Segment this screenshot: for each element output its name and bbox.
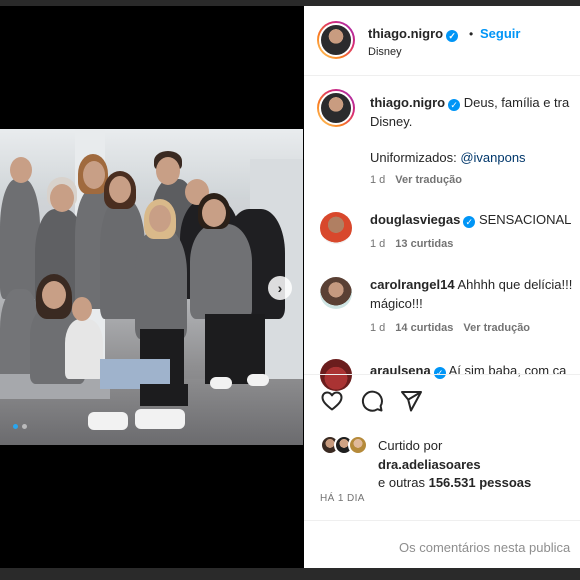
photo-person-head [42,281,66,309]
author-username[interactable]: thiago.nigro ✓ [368,26,459,42]
caption-translate-button[interactable]: Ver tradução [395,174,462,186]
liked-by-user: dra.adeliasoares [378,457,481,472]
comment-time: 1 d [370,322,386,334]
post-header: thiago.nigro ✓ • Seguir Disney [304,6,580,76]
liked-by-username[interactable]: dra.adeliasoares [378,457,481,472]
photo-person [190,224,252,319]
verified-badge-icon: ✓ [463,216,476,228]
separator-dot: • [469,27,474,41]
caption-author-avatar[interactable] [317,89,355,127]
post-actions: Curtido por dra.adeliasoares e outras 15… [304,374,580,568]
comment-translate-button[interactable]: Ver tradução [463,322,530,334]
carousel-dot [22,424,27,429]
photo-shoe [135,409,185,429]
caption-text: thiago.nigro ✓ Deus, família e tra [370,93,569,112]
post-photo[interactable] [0,129,303,445]
verified-badge-icon: ✓ [446,30,459,42]
author-username-text[interactable]: thiago.nigro [368,26,443,41]
photo-shoe [247,374,269,386]
comment-body: Ahhhh que delícia!!! [457,277,573,292]
comment-meta: 1 d 13 curtidas [370,238,453,250]
caption-line-3-text: Uniformizados: [370,150,461,165]
comment-icon[interactable] [360,389,384,413]
caption-mention-link[interactable]: @ivanpons [460,150,525,165]
post-location[interactable]: Disney [368,46,402,58]
comment-avatar[interactable] [320,212,352,244]
comment-box: Os comentários nesta publica [304,520,580,568]
caption-line-1: Deus, família e tra [463,95,570,110]
likes-count[interactable]: 156.531 pessoas [429,475,532,490]
post-details-panel: thiago.nigro ✓ • Seguir Disney thiago.nig… [304,6,580,568]
caption-author-username[interactable]: thiago.nigro [370,95,445,110]
photo-person-head [10,157,32,183]
photo-shoe [210,377,232,389]
caption-meta: 1 d Ver tradução [370,174,462,186]
comment-text: douglasviegas ✓ SENSACIONAL [370,210,571,229]
photo-shoe [88,412,128,430]
liked-by-label: Curtido por [378,438,443,453]
photo-person-head [202,199,226,227]
photo-person-head [50,184,74,212]
follow-button[interactable]: Seguir [480,26,520,41]
comment-likes[interactable]: 13 curtidas [395,238,453,250]
carousel-dot-active [13,424,18,429]
author-avatar-image [319,23,353,57]
comment-meta: 1 d 14 curtidas Ver tradução [370,322,530,334]
post-time-ago[interactable]: HÁ 1 DIA [320,493,365,504]
photo-person-head [109,176,131,203]
caption-line-3: Uniformizados: @ivanpons [370,148,526,167]
liker-avatar [348,435,368,455]
background-feed-bottom [0,568,580,580]
caption-author-avatar-image [319,91,353,125]
liked-by-others-prefix: e outras [378,475,429,490]
comment-likes[interactable]: 14 curtidas [395,322,453,334]
photo-person [0,179,40,299]
comment-body: SENSACIONAL [478,212,572,227]
photo-person-head [72,297,92,321]
comment-time: 1 d [370,238,386,250]
comment-body-line-2: mágico!!! [370,296,423,311]
photo-person-head [156,157,180,185]
likers-avatars[interactable] [320,435,376,457]
author-avatar[interactable] [317,21,355,59]
photo-person-head [83,161,105,189]
caption-time: 1 d [370,174,386,186]
verified-badge-icon: ✓ [448,99,461,111]
carousel-dots [13,424,27,429]
comment-username[interactable]: carolrangel14 [370,277,455,292]
liked-by-others: e outras 156.531 pessoas [378,475,531,490]
comment-input-disabled-text: Os comentários nesta publica [399,540,571,555]
chevron-right-icon: › [277,280,283,296]
photo-person-pants [140,384,188,406]
send-icon[interactable] [399,389,423,413]
comment-text: carolrangel14 Ahhhh que delícia!!! [370,275,572,294]
photo-person [65,319,103,379]
comment-avatar[interactable] [320,277,352,309]
next-photo-button[interactable]: › [268,276,292,300]
heart-icon[interactable] [320,389,344,413]
caption-line-2: Disney. [370,114,413,129]
photo-person [135,229,187,339]
photo-person-head [149,205,171,232]
comment-username[interactable]: douglasviegas [370,212,460,227]
